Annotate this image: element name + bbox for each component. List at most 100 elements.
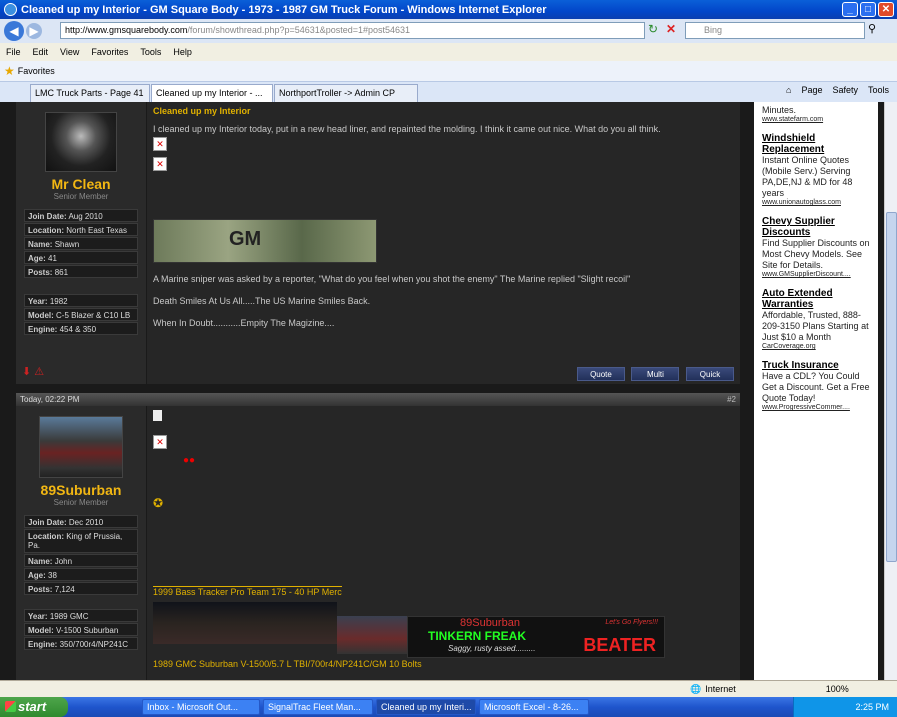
ad-item[interactable]: Chevy Supplier Discounts Find Supplier D… [762, 216, 870, 278]
home-icon[interactable]: ⌂ [786, 85, 791, 95]
avatar [39, 416, 123, 478]
menu-file[interactable]: File [0, 47, 27, 57]
info-row: Engine: 350/700r4/NP241C [24, 637, 138, 650]
broken-image-icon[interactable]: ✕ [153, 157, 167, 171]
scrollbar-thumb[interactable] [886, 212, 897, 562]
post-actions: Quote Multi Quick [573, 367, 734, 381]
post-title: Cleaned up my Interior [153, 106, 251, 116]
info-row: Age: 38 [24, 568, 138, 581]
favorites-bar: ★ Favorites [0, 61, 897, 82]
post2-header: Today, 02:22 PM #2 [16, 393, 740, 406]
search-input[interactable]: Bing [685, 22, 865, 39]
menu-bar: File Edit View Favorites Tools Help [0, 43, 897, 61]
post-icon [153, 410, 162, 421]
address-bar[interactable]: http://www.gmsquarebody.com/forum/showth… [60, 22, 645, 39]
back-icon[interactable]: ◀ [4, 21, 24, 41]
post2-body: ✕ ●● ✪ 1999 Bass Tracker Pro Team 175 - … [147, 406, 740, 680]
window-title: Cleaned up my Interior - GM Square Body … [21, 3, 547, 16]
broken-image-icon[interactable]: ✕ [153, 137, 167, 151]
info-row: Model: V-1500 Suburban [24, 623, 138, 636]
menu-view[interactable]: View [54, 47, 85, 57]
award-icon: ✪ [153, 496, 164, 510]
info-row: Model: C-5 Blazer & C10 LB [24, 308, 138, 321]
ad-item[interactable]: Windshield Replacement Instant Online Qu… [762, 133, 870, 206]
zoom-level[interactable]: 100% [826, 684, 849, 694]
avatar [45, 112, 117, 172]
menu-favorites[interactable]: Favorites [85, 47, 134, 57]
globe-icon: 🌐 [690, 683, 702, 694]
taskbar: start Inbox - Microsoft Out... SignalTra… [0, 697, 897, 717]
ad-item[interactable]: Minutes. www.statefarm.com [762, 105, 870, 123]
ad-item[interactable]: Truck Insurance Have a CDL? You Could Ge… [762, 360, 870, 411]
tools-menu[interactable]: Tools [868, 85, 889, 95]
info-row: Name: John [24, 554, 138, 567]
info-row: Name: Shawn [24, 237, 138, 250]
post2-profile: 89Suburban Senior Member Join Date: Dec … [16, 406, 146, 680]
refresh-icon[interactable]: ↻ [648, 22, 664, 39]
maximize-button[interactable]: □ [860, 2, 876, 17]
broken-image-icon[interactable]: ✕ [153, 435, 167, 449]
favorites-star-icon[interactable]: ★ [4, 64, 15, 78]
window-titlebar: Cleaned up my Interior - GM Square Body … [0, 0, 897, 19]
task-outlook[interactable]: Inbox - Microsoft Out... [142, 699, 260, 715]
close-button[interactable]: ✕ [878, 2, 894, 17]
tab-lmc[interactable]: LMC Truck Parts - Page 41 [30, 84, 150, 102]
signature-banner-89suburban: 89Suburban Let's Go Flyers!!! TINKERN FR… [407, 616, 665, 658]
tab-northport[interactable]: NorthportTroller -> Admin CP [274, 84, 418, 102]
task-signaltrac[interactable]: SignalTrac Fleet Man... [263, 699, 373, 715]
favorites-button[interactable]: Favorites [18, 66, 55, 76]
ad-sidebar: Minutes. www.statefarm.com Windshield Re… [754, 102, 878, 680]
menu-tools[interactable]: Tools [134, 47, 167, 57]
clock[interactable]: 2:25 PM [855, 702, 889, 712]
info-row: Engine: 454 & 350 [24, 322, 138, 335]
page-content: Mr Clean Senior Member Join Date: Aug 20… [0, 102, 884, 680]
menu-help[interactable]: Help [167, 47, 198, 57]
signature-line: 1999 Bass Tracker Pro Team 175 - 40 HP M… [153, 586, 342, 597]
start-button[interactable]: start [0, 697, 68, 717]
signature-truck-photo-small [337, 616, 407, 654]
signature-line: A Marine sniper was asked by a reporter,… [153, 274, 631, 284]
signature-line: 1989 GMC Suburban V-1500/5.7 L TBI/700r4… [153, 659, 422, 669]
info-row: Year: 1989 GMC [24, 609, 138, 622]
task-ie[interactable]: Cleaned up my Interi... [376, 699, 476, 715]
post-message: I cleaned up my Interior today, put in a… [153, 124, 661, 134]
task-excel[interactable]: Microsoft Excel - 8-26... [479, 699, 589, 715]
search-icon[interactable]: ⚲ [868, 22, 890, 39]
forward-icon[interactable]: ▶ [26, 23, 42, 39]
post1-profile: Mr Clean Senior Member Join Date: Aug 20… [16, 102, 146, 384]
status-bar: 🌐 Internet 100% [0, 680, 897, 697]
user-title: Senior Member [53, 192, 109, 201]
report-icon[interactable]: ⬇ ⚠ [22, 365, 44, 378]
signature-banner: GM [153, 219, 377, 263]
username[interactable]: Mr Clean [16, 176, 146, 192]
system-tray: 2:25 PM [793, 697, 897, 717]
address-row: ◀ ▶ http://www.gmsquarebody.com/forum/sh… [0, 19, 897, 43]
stop-icon[interactable]: ✕ [666, 22, 682, 39]
info-row: Posts: 861 [24, 265, 138, 278]
page-menu[interactable]: Page [801, 85, 822, 95]
user-title: Senior Member [53, 498, 109, 507]
smiley-icon: ●● [183, 455, 196, 466]
info-row: Age: 41 [24, 251, 138, 264]
info-row: Posts: 7,124 [24, 582, 138, 595]
vertical-scrollbar[interactable] [884, 102, 897, 680]
signature-truck-photo [153, 602, 337, 644]
zone-label: Internet [705, 684, 736, 694]
info-row: Location: King of Prussia, Pa. [24, 529, 138, 553]
menu-edit[interactable]: Edit [27, 47, 55, 57]
post-date: Today, 02:22 PM [20, 395, 80, 404]
multi-quote-button[interactable]: Multi [631, 367, 680, 381]
signature-line: Death Smiles At Us All.....The US Marine… [153, 296, 371, 306]
quick-reply-button[interactable]: Quick [686, 367, 734, 381]
quote-button[interactable]: Quote [576, 367, 625, 381]
safety-menu[interactable]: Safety [832, 85, 858, 95]
tab-cleaned-up[interactable]: Cleaned up my Interior - ... [151, 84, 273, 102]
post1-body: Cleaned up my Interior I cleaned up my I… [147, 102, 740, 384]
username[interactable]: 89Suburban [16, 482, 146, 498]
post-number[interactable]: #2 [727, 395, 736, 404]
info-row: Year: 1982 [24, 294, 138, 307]
tab-bar: LMC Truck Parts - Page 41 Cleaned up my … [0, 82, 897, 102]
info-row: Join Date: Dec 2010 [24, 515, 138, 528]
ad-item[interactable]: Auto Extended Warranties Affordable, Tru… [762, 288, 870, 350]
minimize-button[interactable]: _ [842, 2, 858, 17]
